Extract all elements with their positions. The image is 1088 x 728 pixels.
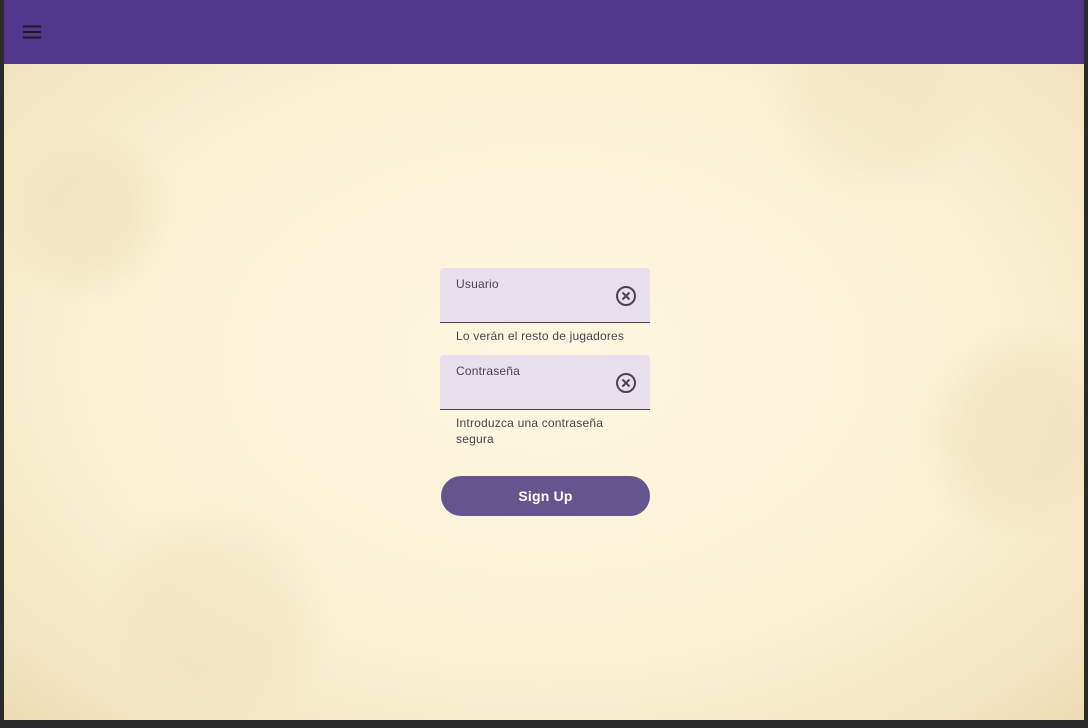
app-window: Usuario Lo verán el resto de jugadores C… <box>4 0 1084 720</box>
username-clear-button[interactable] <box>614 284 638 308</box>
menu-button[interactable] <box>16 16 48 48</box>
password-field[interactable]: Contraseña <box>440 355 650 410</box>
password-input[interactable] <box>456 381 606 401</box>
top-app-bar <box>4 0 1084 64</box>
password-label: Contraseña <box>456 364 521 378</box>
clear-circle-icon <box>616 286 636 306</box>
password-helper-text: Introduzca una contraseña segura <box>456 416 604 446</box>
username-helper-text: Lo verán el resto de jugadores <box>456 329 625 343</box>
password-clear-button[interactable] <box>614 371 638 395</box>
username-input[interactable] <box>456 294 606 314</box>
menu-icon <box>23 25 41 39</box>
clear-circle-icon <box>616 373 636 393</box>
signup-form: Usuario Lo verán el resto de jugadores C… <box>440 268 650 516</box>
username-label: Usuario <box>456 277 499 291</box>
sign-up-button[interactable]: Sign Up <box>441 476 650 516</box>
username-field[interactable]: Usuario <box>440 268 650 323</box>
